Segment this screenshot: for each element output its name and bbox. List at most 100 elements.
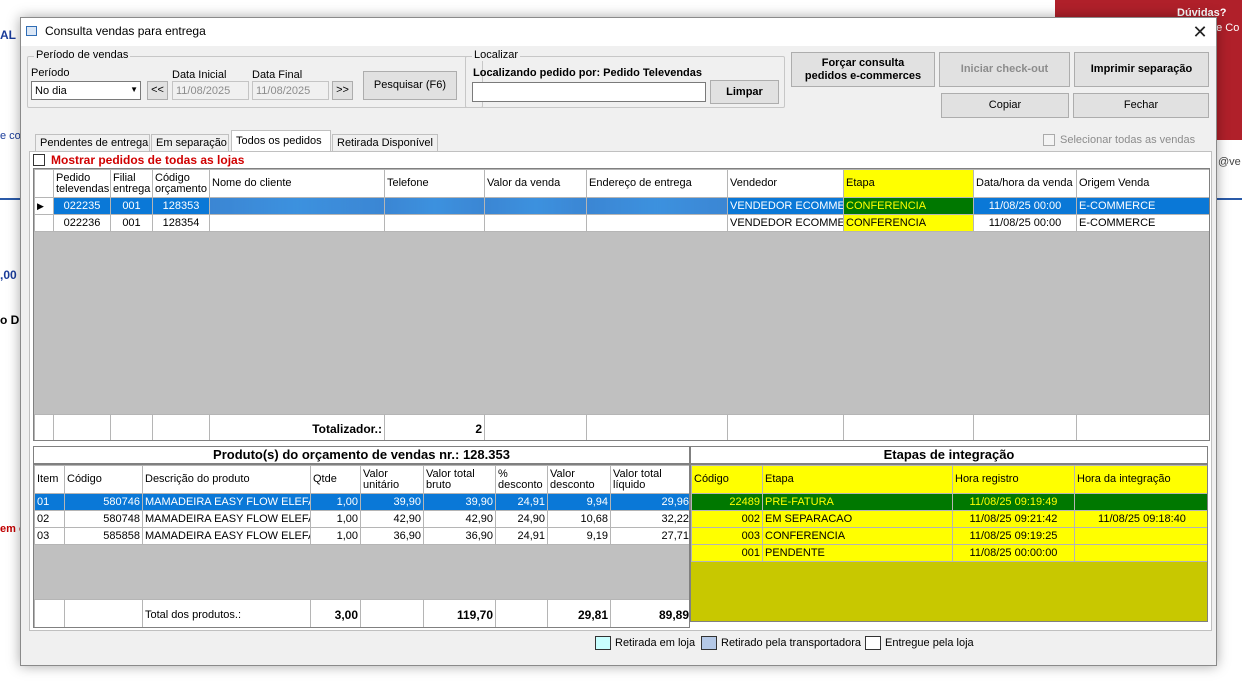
cell-telefone-redacted	[384, 197, 485, 215]
cell-descricao: MAMADEIRA EASY FLOW ELEFA	[142, 510, 311, 528]
cell-vendedor: VENDEDOR ECOMME	[727, 214, 844, 232]
cell-nome-redacted	[209, 214, 385, 232]
limpar-button[interactable]: Limpar	[710, 80, 779, 104]
col-nome[interactable]: Nome do cliente	[209, 169, 385, 198]
col-hora-integracao[interactable]: Hora da integração	[1074, 465, 1207, 494]
pesquisar-button[interactable]: Pesquisar (F6)	[363, 71, 457, 100]
cell-etapa: CONFERENCIA	[843, 214, 974, 232]
localizar-search-input[interactable]	[472, 82, 706, 102]
col-etapa-nome[interactable]: Etapa	[762, 465, 953, 494]
col-endereco[interactable]: Endereço de entrega	[586, 169, 728, 198]
data-inicial-field[interactable]: 11/08/2025	[172, 81, 249, 100]
totalizador-label: Totalizador.:	[209, 414, 385, 440]
selecionar-todas-label: Selecionar todas as vendas	[1060, 134, 1196, 146]
table-row[interactable]: 002 EM SEPARACAO 11/08/25 09:21:42 11/08…	[691, 510, 1207, 528]
cell-etapa: CONFERENCIA	[843, 197, 974, 215]
total-desconto: 29,81	[547, 599, 611, 627]
forcar-consulta-line2: pedidos e-commerces	[804, 69, 922, 82]
col-item[interactable]: Item	[34, 465, 65, 494]
cell-liquido: 29,96	[610, 493, 689, 511]
orders-table: Pedido televendas Filial entrega Código orç…	[34, 169, 1209, 232]
tab-pendentes[interactable]: Pendentes de entrega	[35, 134, 150, 152]
tab-todos-pedidos[interactable]: Todos os pedidos	[231, 130, 331, 152]
orders-grid: Pedido televendas Filial entrega Código orç…	[33, 168, 1210, 441]
cell-desc: 9,19	[547, 527, 611, 545]
legend-swatch-loja	[595, 636, 611, 650]
col-descricao[interactable]: Descrição do produto	[142, 465, 311, 494]
cell-hora-registro: 11/08/25 09:19:25	[952, 527, 1075, 545]
col-codigo-produto[interactable]: Código	[64, 465, 143, 494]
col-hora-registro[interactable]: Hora registro	[952, 465, 1075, 494]
cell-data: 11/08/25 00:00	[973, 214, 1077, 232]
periodo-select[interactable]: No dia ▼	[31, 81, 141, 100]
table-row[interactable]: 01 580746 MAMADEIRA EASY FLOW ELEFA 1,00…	[34, 493, 689, 511]
table-row[interactable]: 02 580748 MAMADEIRA EASY FLOW ELEFA 1,00…	[34, 510, 689, 528]
legend-entregue-loja: Entregue pela loja	[865, 636, 974, 650]
periodo-select-value: No dia	[35, 84, 67, 97]
col-filial[interactable]: Filial entrega	[110, 169, 153, 198]
legend-swatch-entregue	[865, 636, 881, 650]
cell-etapa-nome: EM SEPARACAO	[762, 510, 953, 528]
previous-date-button[interactable]: <<	[147, 81, 168, 100]
col-valor-total-bruto[interactable]: Valor total bruto	[423, 465, 496, 494]
cell-unit: 39,90	[360, 493, 424, 511]
cell-etapa-codigo: 22489	[691, 493, 763, 511]
bg-fragment-1: AL	[0, 28, 16, 42]
col-valor-desconto[interactable]: Valor desconto	[547, 465, 611, 494]
produtos-table: Item Código Descrição do produto Qtde Va…	[34, 465, 689, 545]
cell-endereco-redacted	[586, 214, 728, 232]
cell-item: 01	[34, 493, 65, 511]
cell-bruto: 36,90	[423, 527, 496, 545]
table-row[interactable]: 001 PENDENTE 11/08/25 00:00:00	[691, 544, 1207, 562]
next-date-button[interactable]: >>	[332, 81, 353, 100]
produtos-footer: Total dos produtos.: 3,00 119,70 29,81 8…	[34, 599, 689, 627]
cell-pct: 24,91	[495, 527, 548, 545]
col-data[interactable]: Data/hora da venda	[973, 169, 1077, 198]
cell-pct: 24,91	[495, 493, 548, 511]
total-bruto: 119,70	[423, 599, 496, 627]
produtos-header-row: Item Código Descrição do produto Qtde Va…	[34, 465, 689, 494]
tab-em-separacao[interactable]: Em separação	[151, 134, 229, 152]
table-row[interactable]: 03 585858 MAMADEIRA EASY FLOW ELEFA 1,00…	[34, 527, 689, 545]
close-icon[interactable]: ✕	[1186, 19, 1214, 45]
table-row[interactable]: ▶ 022235 001 128353 VENDEDOR ECOMME CONF…	[34, 197, 1209, 215]
selecionar-todas-checkbox[interactable]	[1043, 134, 1055, 146]
cell-filial: 001	[110, 214, 153, 232]
etapas-grid: Código Etapa Hora registro Hora da integ…	[690, 464, 1208, 622]
col-qtde[interactable]: Qtde	[310, 465, 361, 494]
mostrar-pedidos-label: Mostrar pedidos de todas as lojas	[51, 153, 245, 167]
col-etapa[interactable]: Etapa	[843, 169, 974, 198]
col-valor-unitario[interactable]: Valor unitário	[360, 465, 424, 494]
iniciar-checkout-button[interactable]: Iniciar check-out	[939, 52, 1070, 87]
col-pct-desconto[interactable]: % desconto	[495, 465, 548, 494]
col-valor-total-liquido[interactable]: Valor total líquido	[610, 465, 689, 494]
periodo-group-label: Período de vendas	[34, 49, 131, 61]
orders-header-row: Pedido televendas Filial entrega Código orç…	[34, 169, 1209, 198]
fechar-button[interactable]: Fechar	[1073, 93, 1209, 118]
cell-origem: E-COMMERCE	[1076, 197, 1209, 215]
col-origem[interactable]: Origem Venda	[1076, 169, 1209, 198]
forcar-consulta-button[interactable]: Forçar consulta pedidos e-commerces	[791, 52, 935, 87]
cell-etapa-codigo: 002	[691, 510, 763, 528]
col-codigo[interactable]: Código orçamento	[152, 169, 210, 198]
title-bar[interactable]: Consulta vendas para entrega ✕	[21, 18, 1216, 46]
mostrar-pedidos-checkbox[interactable]	[33, 154, 45, 166]
copiar-button[interactable]: Copiar	[941, 93, 1069, 118]
col-etapa-codigo[interactable]: Código	[691, 465, 763, 494]
col-vendedor[interactable]: Vendedor	[727, 169, 844, 198]
cell-pct: 24,90	[495, 510, 548, 528]
bg-fragment-4: o D	[0, 313, 20, 327]
imprimir-separacao-button[interactable]: Imprimir separação	[1074, 52, 1209, 87]
cell-pedido: 022236	[53, 214, 111, 232]
legend-retirado-transportadora: Retirado pela transportadora	[701, 636, 861, 650]
table-row[interactable]: 22489 PRE-FATURA 11/08/25 09:19:49	[691, 493, 1207, 511]
col-telefone[interactable]: Telefone	[384, 169, 485, 198]
cell-hora-registro: 11/08/25 09:19:49	[952, 493, 1075, 511]
tab-retirada-disponivel[interactable]: Retirada Disponível	[332, 134, 438, 152]
data-final-field[interactable]: 11/08/2025	[252, 81, 329, 100]
table-row[interactable]: 022236 001 128354 VENDEDOR ECOMME CONFER…	[34, 214, 1209, 232]
table-row[interactable]: 003 CONFERENCIA 11/08/25 09:19:25	[691, 527, 1207, 545]
col-valor[interactable]: Valor da venda	[484, 169, 587, 198]
cell-codigo: 128353	[152, 197, 210, 215]
col-pedido[interactable]: Pedido televendas	[53, 169, 111, 198]
